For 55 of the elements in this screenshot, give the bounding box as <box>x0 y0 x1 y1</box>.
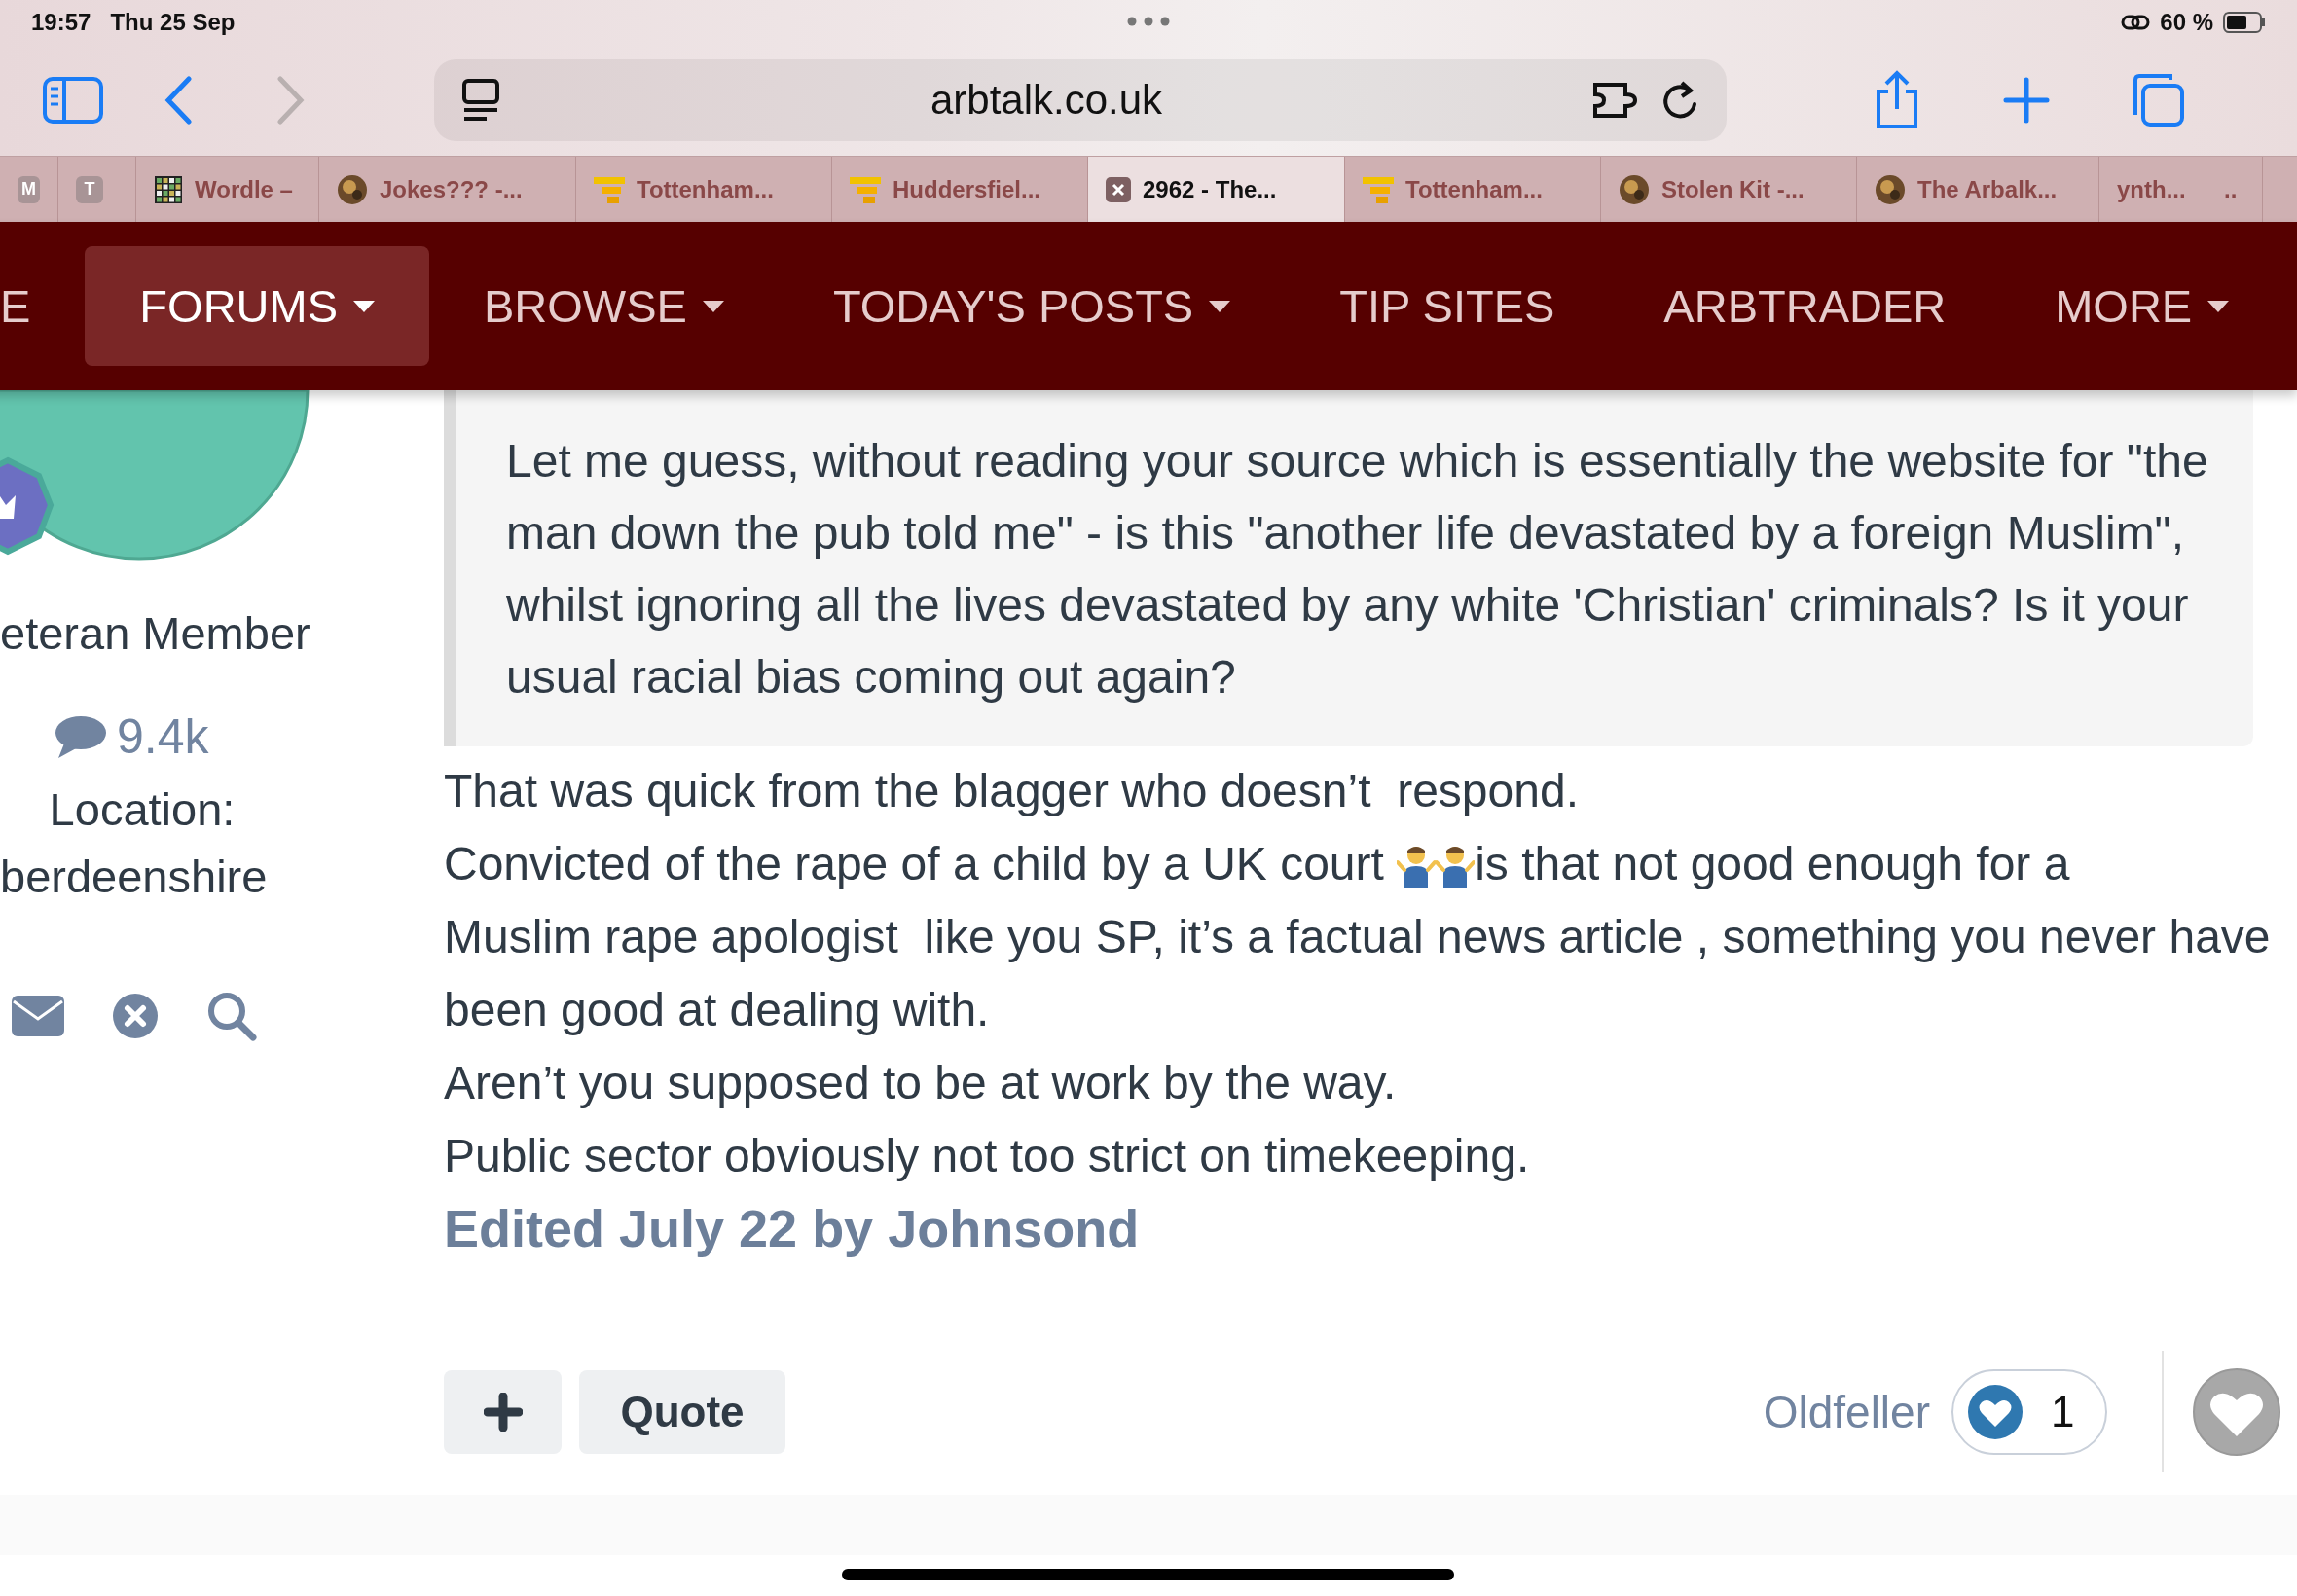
post-text: That was quick from the blagger who doesn’t respond. <box>444 765 1579 816</box>
reaction-pill[interactable]: 1 <box>1951 1368 2107 1455</box>
post-text: Public sector obviously not too strict on timekeeping. <box>444 1130 1530 1181</box>
speech-bubble-icon <box>55 714 107 759</box>
quoted-message: Let me guess, without reading your source which is essentially the website for "the man down the pub told me" - is this "another life devastated by a foreign Muslim", whilst ignoring all the lives devastated by any white 'Christian' criminals? Is it your usual racial bias coming out again? <box>444 390 2253 746</box>
edited-note: Edited July 22 by Johnsond <box>444 1198 1141 1259</box>
nav-tab[interactable]: BROWSE <box>429 246 779 366</box>
post-text: Convicted of the rape of a child by a UK court <box>444 838 1385 889</box>
stack-icon <box>850 174 881 204</box>
post-count: 9.4k <box>117 708 209 765</box>
nav-tab[interactable]: E <box>0 246 86 366</box>
shrugging-person-icon <box>1397 845 1437 888</box>
add-button[interactable] <box>444 1369 562 1454</box>
sidebar-icon[interactable] <box>43 76 103 124</box>
stack-icon <box>1363 174 1394 204</box>
envelope-icon[interactable] <box>12 996 64 1036</box>
status-time: 19:57 <box>31 8 91 36</box>
nav-tab[interactable]: ARBTRADER <box>1609 246 2001 366</box>
post-text: Aren’t you supposed to be at work by the way. <box>444 1057 1397 1108</box>
tab-letter-icon: M <box>18 175 40 203</box>
back-icon[interactable] <box>164 75 193 125</box>
battery-icon <box>2223 11 2266 33</box>
more-dots-icon[interactable] <box>1127 17 1170 26</box>
shrugging-person-icon <box>1436 845 1476 888</box>
grid-icon <box>154 174 183 204</box>
reader-icon[interactable] <box>461 77 500 123</box>
browser-tab[interactable]: T <box>58 157 136 222</box>
reaction-user[interactable]: Oldfeller <box>1763 1385 1930 1438</box>
search-icon[interactable] <box>206 991 257 1041</box>
battery-percentage: 60 % <box>2160 8 2213 36</box>
member-rank: eteran Member <box>0 606 311 660</box>
new-tab-icon[interactable] <box>2003 76 2050 124</box>
nav-tab[interactable]: MORE <box>2000 246 2284 366</box>
post-text: Muslim rape apologist like you SP, it’s a factual news article , something you never have been good at dealing with. <box>444 910 2272 1037</box>
avatar-icon <box>337 173 368 205</box>
browser-tab[interactable]: 2962 - The... <box>1088 157 1345 222</box>
nav-tab[interactable]: TODAY'S POSTS <box>778 246 1286 366</box>
quote-button[interactable]: Quote <box>579 1369 785 1454</box>
close-icon[interactable] <box>1106 176 1131 202</box>
avatar[interactable] <box>0 390 310 561</box>
link-icon <box>2121 13 2151 31</box>
status-date: Thu 25 Sep <box>110 8 236 36</box>
address-bar[interactable]: arbtalk.co.uk <box>434 58 1727 141</box>
avatar-icon <box>1875 173 1906 205</box>
avatar-icon <box>1619 173 1650 205</box>
plus-icon <box>483 1392 523 1432</box>
post-text: is that not good enough for a <box>1475 838 2070 889</box>
nav-tab[interactable]: FORUMS <box>85 246 429 366</box>
location-label: Location: <box>48 782 237 836</box>
ignore-icon[interactable] <box>113 994 158 1038</box>
stack-icon <box>594 174 625 204</box>
tab-letter-icon: T <box>76 175 103 203</box>
location-value: berdeenshire <box>0 850 269 903</box>
nav-tab[interactable]: TIP SITES <box>1285 246 1610 366</box>
like-button-icon[interactable] <box>2193 1367 2280 1456</box>
